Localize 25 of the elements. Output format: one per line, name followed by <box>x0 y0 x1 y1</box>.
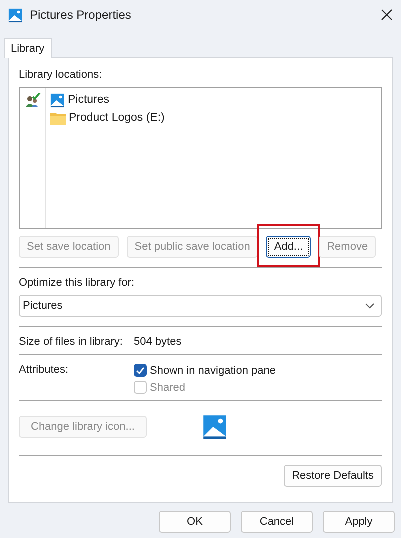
size-label: Size of files in library: <box>19 336 124 348</box>
pictures-icon <box>50 92 65 108</box>
size-value: 504 bytes <box>134 336 182 348</box>
attributes-label: Attributes: <box>19 364 70 376</box>
location-button[interactable]: Add... <box>266 236 312 258</box>
section-label: Library locations: <box>19 69 104 81</box>
section-label: Optimize this library for: <box>19 277 136 289</box>
library-picture-icon <box>202 414 228 440</box>
dialog-button[interactable]: Apply <box>323 511 395 533</box>
folder-icon <box>50 111 66 125</box>
dialog-button[interactable]: Cancel <box>241 511 313 533</box>
tab[interactable]: Library <box>4 38 52 58</box>
location-item[interactable]: Product Logos (E:) <box>69 112 165 124</box>
checkbox-label: Shared <box>150 382 186 394</box>
location-item[interactable]: Pictures <box>68 94 110 106</box>
people-check-icon <box>24 93 40 107</box>
dialog-button[interactable]: OK <box>159 511 231 533</box>
close-icon[interactable] <box>381 9 393 21</box>
optimize-dropdown[interactable]: Pictures <box>19 295 382 317</box>
chevron-down-icon <box>365 303 375 309</box>
window-title: Pictures Properties <box>30 8 132 22</box>
checkbox[interactable] <box>134 364 147 377</box>
pictures-icon <box>8 8 23 22</box>
checkbox-label: Shown in navigation pane <box>150 364 276 376</box>
restore-defaults-button[interactable]: Restore Defaults <box>284 465 382 487</box>
